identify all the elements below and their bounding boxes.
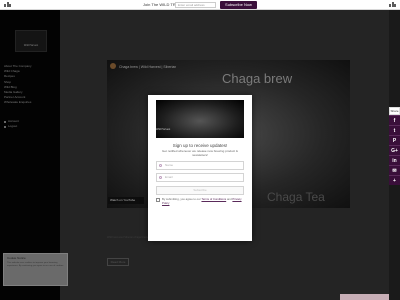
modal-title: Sign up to receive updates! [172,143,228,148]
read-more-button[interactable]: Read More [107,258,129,266]
logout-label: Logout [8,124,18,128]
channel-avatar[interactable] [110,63,116,69]
sidebar-item-wholesale[interactable]: Wholesale Enquiries [4,100,31,105]
newsletter-email-input[interactable]: Enter email address [175,2,216,8]
logout-link[interactable]: Logout [4,124,19,129]
modal-subscribe-button[interactable]: Subscribe [156,186,244,195]
email-placeholder: Email [165,175,173,179]
terms-link[interactable]: Terms of Conditions [201,197,226,201]
pinterest-icon[interactable]: P [389,135,400,145]
social-share-bar: Share f t P G+ in ✉ + [389,107,400,185]
google-plus-icon[interactable]: G+ [389,145,400,155]
modal-subtitle: Get notified whenever we release new bre… [162,149,238,157]
share-label: Share [389,107,400,115]
cookie-text: This website uses cookies to improve you… [7,262,64,267]
mail-icon [159,176,162,179]
email-icon[interactable]: ✉ [389,165,400,175]
consent-text: By submitting, you agree to our Terms of… [162,197,244,205]
logout-icon [4,125,6,128]
subscribe-button[interactable]: Subscribe Now [220,1,257,9]
user-icon [4,120,6,123]
account-links: Account Logout [4,119,19,129]
modal-brand-logo: Wild Harvest [156,128,171,131]
cookie-notice[interactable]: Cookie Notice This website uses cookies … [3,253,68,286]
more-icon[interactable]: + [389,175,400,185]
hero-heading: Chaga brew [222,71,293,86]
linkedin-icon[interactable]: in [389,155,400,165]
product-image [156,100,244,138]
crown-logo-icon[interactable] [4,2,11,7]
email-field[interactable]: Email [156,173,244,182]
facebook-icon[interactable]: f [389,115,400,125]
brand-logo[interactable] [15,30,47,52]
crown-logo-icon[interactable] [389,2,396,7]
consent-checkbox[interactable] [156,198,160,202]
video-title[interactable]: Chaga brew | Wild Harvest | Siberian [119,65,176,69]
footer-accent-strip [340,294,389,300]
twitter-icon[interactable]: t [389,125,400,135]
sidebar-nav: About The Company Wild Chaga Recipes Sho… [4,64,31,106]
name-field[interactable]: Name [156,161,244,170]
watch-on-youtube-button[interactable]: Watch on YouTube [108,197,144,204]
cookie-title: Cookie Notice [7,256,26,260]
name-placeholder: Name [165,163,174,167]
hero-overlay-text: Chaga Tea [267,190,325,204]
brand-logo-text: Wild Harvest [23,44,39,47]
user-icon [159,164,162,167]
consent-and: and [226,197,232,201]
top-banner: Join The WILD TRIBE Enter email address … [0,0,400,10]
consent-row: By submitting, you agree to our Terms of… [156,197,244,205]
signup-modal: Wild Harvest Sign up to receive updates!… [148,95,252,241]
